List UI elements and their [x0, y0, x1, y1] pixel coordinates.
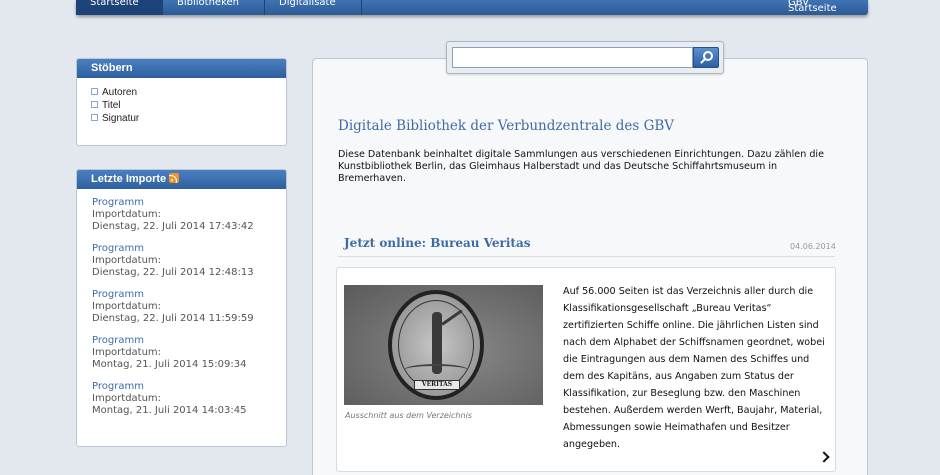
imports-box-title: Letzte Importe: [77, 170, 286, 189]
import-title-link[interactable]: Programm: [92, 335, 286, 347]
import-date-label: Importdatum:: [92, 347, 162, 358]
search-bar: [446, 41, 724, 74]
browse-box: Stöbern Autoren Titel Signatur: [76, 58, 287, 146]
divider: [337, 256, 835, 257]
search-input[interactable]: [452, 47, 693, 68]
tab-bibliotheken[interactable]: Bibliotheken: [163, 0, 264, 15]
page-title: Digitale Bibliothek der Verbundzentrale …: [338, 118, 675, 134]
browse-list: Autoren Titel Signatur: [77, 78, 286, 125]
bullet-square-icon: [91, 101, 98, 108]
intro-text: Diese Datenbank beinhaltet digitale Samm…: [338, 149, 824, 185]
chevron-right-icon[interactable]: [819, 450, 829, 464]
news-title-link[interactable]: Jetzt online: Bureau Veritas: [344, 236, 531, 250]
gbv-home-link[interactable]: GBV Startseite: [774, 0, 868, 15]
news-date: 04.06.2014: [790, 242, 836, 251]
imports-box: Letzte Importe Programm Importdatum: Die…: [76, 169, 287, 447]
import-date-label: Importdatum:: [92, 393, 162, 404]
import-date-value: Dienstag, 22. Juli 2014 11:59:59: [92, 313, 254, 324]
import-date-value: Dienstag, 22. Juli 2014 12:48:13: [92, 267, 254, 278]
browse-box-title: Stöbern: [77, 59, 286, 78]
top-navigation: Startseite Bibliotheken Digitalisate GBV…: [76, 0, 868, 15]
image-banner-label: VERITAS: [414, 380, 460, 390]
list-item: Programm Importdatum: Montag, 21. Juli 2…: [92, 381, 286, 417]
import-date-label: Importdatum:: [92, 255, 162, 266]
medallion-oval: VERITAS: [388, 290, 484, 400]
browse-item-signatur[interactable]: Signatur: [91, 112, 286, 125]
news-image[interactable]: VERITAS: [344, 285, 543, 405]
list-item: Programm Importdatum: Montag, 21. Juli 2…: [92, 335, 286, 371]
tab-startseite[interactable]: Startseite: [76, 0, 162, 15]
search-button[interactable]: [693, 47, 719, 68]
browse-item-titel[interactable]: Titel: [91, 99, 286, 112]
import-title-link[interactable]: Programm: [92, 197, 286, 209]
imports-list: Programm Importdatum: Dienstag, 22. Juli…: [77, 189, 286, 417]
news-body-text: Auf 56.000 Seiten ist das Verzeichnis al…: [563, 286, 825, 450]
tab-digitalisate[interactable]: Digitalisate: [265, 0, 361, 15]
list-item: Programm Importdatum: Dienstag, 22. Juli…: [92, 197, 286, 233]
nav-divider: [361, 0, 362, 15]
bullet-square-icon: [91, 114, 98, 121]
image-caption: Ausschnitt aus dem Verzeichnis: [345, 411, 472, 420]
bullet-square-icon: [91, 88, 98, 95]
import-title-link[interactable]: Programm: [92, 381, 286, 393]
browse-item-autoren[interactable]: Autoren: [91, 86, 286, 99]
import-title-link[interactable]: Programm: [92, 243, 286, 255]
import-title-link[interactable]: Programm: [92, 289, 286, 301]
import-date-value: Dienstag, 22. Juli 2014 17:43:42: [92, 221, 254, 232]
list-item: Programm Importdatum: Dienstag, 22. Juli…: [92, 289, 286, 325]
rss-icon[interactable]: [169, 173, 180, 183]
import-date-label: Importdatum:: [92, 301, 162, 312]
list-item: Programm Importdatum: Dienstag, 22. Juli…: [92, 243, 286, 279]
import-date-value: Montag, 21. Juli 2014 15:09:34: [92, 359, 247, 370]
import-date-label: Importdatum:: [92, 209, 162, 220]
imports-title-text: Letzte Importe: [91, 173, 167, 185]
import-date-value: Montag, 21. Juli 2014 14:03:45: [92, 405, 247, 416]
